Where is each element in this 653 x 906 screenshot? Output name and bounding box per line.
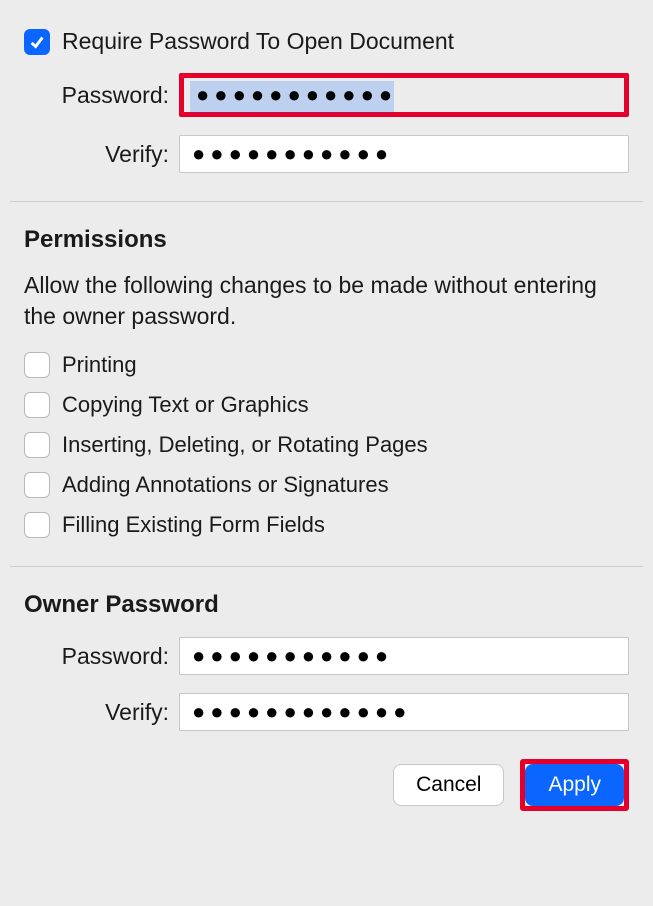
permission-item-printing: Printing <box>24 352 629 378</box>
open-verify-input[interactable] <box>179 135 629 173</box>
permission-item-formfields: Filling Existing Form Fields <box>24 512 629 538</box>
open-password-input[interactable] <box>184 78 624 112</box>
permission-label: Inserting, Deleting, or Rotating Pages <box>62 432 428 458</box>
owner-verify-label: Verify: <box>24 699 179 726</box>
permission-label: Filling Existing Form Fields <box>62 512 325 538</box>
owner-verify-input[interactable] <box>179 693 629 731</box>
permission-checkbox-printing[interactable] <box>24 352 50 378</box>
owner-password-row: Password: <box>24 637 629 675</box>
open-password-label: Password: <box>24 82 179 109</box>
permissions-description: Allow the following changes to be made w… <box>24 270 629 332</box>
permission-label: Printing <box>62 352 137 378</box>
require-password-checkbox[interactable] <box>24 29 50 55</box>
permission-checkbox-inserting[interactable] <box>24 432 50 458</box>
permission-item-copying: Copying Text or Graphics <box>24 392 629 418</box>
divider-2 <box>10 566 643 567</box>
apply-highlight-box: Apply <box>520 759 629 811</box>
owner-password-title: Owner Password <box>24 591 629 619</box>
require-password-row: Require Password To Open Document <box>24 28 629 55</box>
checkmark-icon <box>28 33 46 51</box>
permission-item-inserting: Inserting, Deleting, or Rotating Pages <box>24 432 629 458</box>
permissions-title: Permissions <box>24 226 629 254</box>
open-password-row: Password: <box>24 73 629 117</box>
require-password-label: Require Password To Open Document <box>62 28 454 55</box>
permission-checkbox-annotations[interactable] <box>24 472 50 498</box>
apply-button[interactable]: Apply <box>525 764 624 806</box>
permission-checkbox-formfields[interactable] <box>24 512 50 538</box>
owner-password-label: Password: <box>24 643 179 670</box>
owner-password-input[interactable] <box>179 637 629 675</box>
permission-item-annotations: Adding Annotations or Signatures <box>24 472 629 498</box>
divider-1 <box>10 201 643 202</box>
permission-checkbox-copying[interactable] <box>24 392 50 418</box>
permission-label: Adding Annotations or Signatures <box>62 472 389 498</box>
password-highlight-box <box>179 73 629 117</box>
cancel-button[interactable]: Cancel <box>393 764 504 806</box>
open-verify-row: Verify: <box>24 135 629 173</box>
permission-label: Copying Text or Graphics <box>62 392 309 418</box>
open-verify-label: Verify: <box>24 141 179 168</box>
owner-verify-row: Verify: <box>24 693 629 731</box>
button-bar: Cancel Apply <box>24 759 629 811</box>
